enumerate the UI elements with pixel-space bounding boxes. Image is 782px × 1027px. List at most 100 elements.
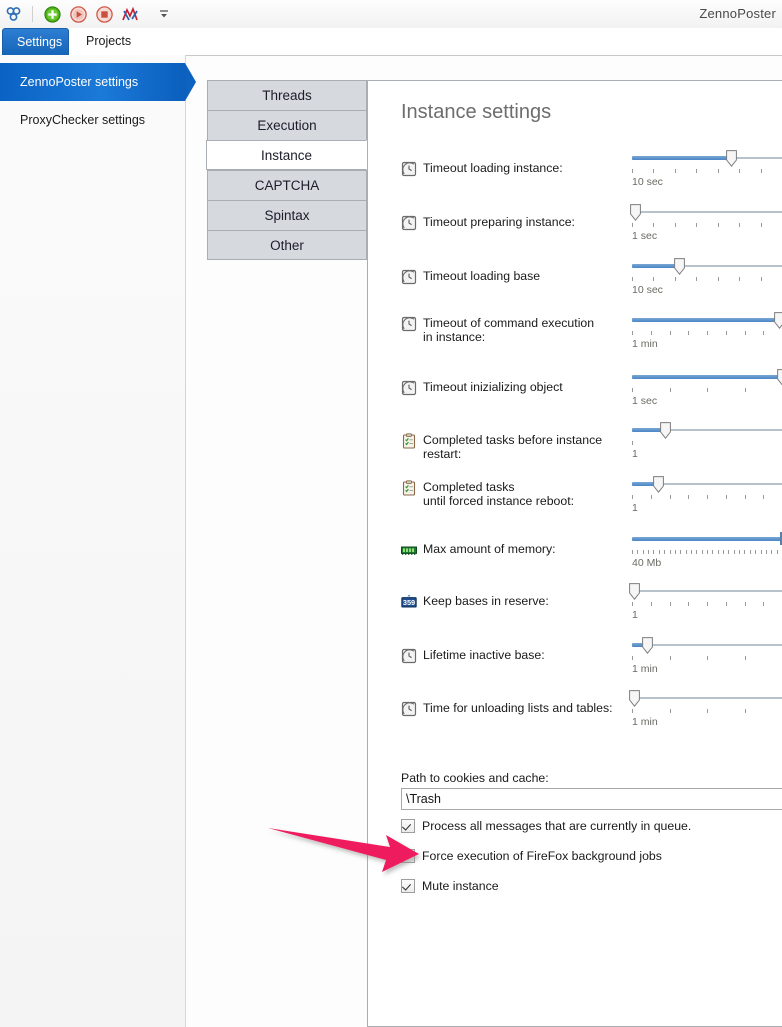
slider-tick [763, 331, 764, 335]
slider-tick [707, 656, 708, 660]
setting-label: Timeout preparing instance: [423, 215, 575, 229]
slider-tick [761, 223, 762, 227]
slider-tick [632, 709, 633, 713]
setting-label-group: Max amount of memory: [368, 530, 638, 558]
slider-tick [761, 169, 762, 173]
slider-track[interactable] [632, 590, 782, 592]
slider-tick [632, 656, 633, 660]
slider-tick [750, 550, 751, 554]
slider-fill [632, 264, 679, 268]
setting-label-group: Timeout preparing instance: [368, 203, 638, 231]
slider-tick [702, 550, 703, 554]
checkbox-force-firefox-background-jobs[interactable]: Force execution of FireFox background jo… [401, 849, 662, 863]
clock-icon [401, 269, 417, 285]
path-to-cookies-input[interactable] [401, 788, 782, 810]
checkbox-box[interactable] [401, 849, 415, 863]
memory-module-icon [401, 542, 417, 558]
clipboard-check-icon [401, 480, 417, 496]
slider-tick [653, 277, 654, 281]
slider-track[interactable] [632, 644, 782, 646]
slider-thumb[interactable] [630, 204, 641, 222]
slider-thumb[interactable] [674, 258, 685, 276]
slider-tick [739, 277, 740, 281]
setting-slider[interactable]: 40 Mb [632, 530, 782, 574]
statistics-icon[interactable] [118, 2, 142, 26]
slider-thumb[interactable] [660, 422, 671, 440]
checkbox-label: Mute instance [422, 879, 499, 893]
setting-slider[interactable]: 1 min [629, 689, 782, 733]
setting-slider[interactable]: 10 sec [632, 149, 782, 193]
setting-label: Timeout loading instance: [423, 161, 563, 175]
slider-tick [745, 656, 746, 660]
setting-row: Completed tasks before instance restart:… [368, 421, 782, 465]
checkbox-box[interactable] [401, 879, 415, 893]
clock-icon [401, 648, 417, 664]
slider-track[interactable] [632, 697, 782, 699]
setting-slider[interactable]: 1 [629, 582, 782, 626]
slider-thumb[interactable] [653, 476, 664, 494]
slider-value-label: 1 min [632, 716, 658, 728]
slider-thumb[interactable] [629, 583, 640, 601]
setting-row: Lifetime inactive base: 1 min [368, 636, 782, 680]
settings-category-tabs: Threads Execution Instance CAPTCHA Spint… [206, 80, 367, 260]
toolbar-separator [32, 6, 33, 22]
slider-tick [659, 550, 660, 554]
slider-tick [670, 550, 671, 554]
slider-thumb[interactable] [629, 690, 640, 708]
subtab-execution[interactable]: Execution [207, 110, 367, 140]
slider-tick [696, 277, 697, 281]
slider-thumb[interactable] [777, 369, 782, 386]
tab-projects[interactable]: Projects [72, 28, 139, 55]
subtab-captcha[interactable]: CAPTCHA [207, 170, 367, 200]
slider-ticks [632, 709, 782, 714]
slider-tick [696, 223, 697, 227]
slider-track[interactable] [632, 211, 782, 213]
slider-fill [632, 156, 731, 160]
setting-slider[interactable]: 1 sec [630, 203, 782, 247]
setting-slider[interactable]: 1 sec [632, 368, 782, 412]
stop-icon[interactable] [92, 2, 116, 26]
slider-thumb[interactable] [726, 150, 737, 168]
setting-slider[interactable]: 10 sec [632, 257, 782, 301]
add-task-icon[interactable] [40, 2, 64, 26]
slider-tick [651, 602, 652, 606]
slider-tick [718, 550, 719, 554]
slider-tick [688, 602, 689, 606]
slider-tick [761, 277, 762, 281]
slider-value-label: 1 [632, 448, 638, 460]
slider-tick [632, 223, 633, 227]
checkbox-process-queue[interactable]: Process all messages that are currently … [401, 819, 691, 833]
zennoposter-logo-icon[interactable] [2, 2, 26, 26]
slider-tick [664, 550, 665, 554]
slider-thumb[interactable] [642, 637, 653, 655]
checkbox-mute-instance[interactable]: Mute instance [401, 879, 499, 893]
start-icon[interactable] [66, 2, 90, 26]
slider-thumb[interactable] [774, 312, 782, 330]
setting-slider[interactable]: 1 min [632, 311, 782, 355]
checkbox-box[interactable] [401, 819, 415, 833]
slider-tick [632, 169, 633, 173]
slider-tick [745, 709, 746, 713]
slider-tick [691, 550, 692, 554]
subtab-instance[interactable]: Instance [206, 140, 367, 170]
tab-settings[interactable]: Settings [2, 28, 69, 55]
setting-slider[interactable]: 1 [632, 475, 782, 519]
slider-tick [718, 223, 719, 227]
toolbar-overflow-icon[interactable] [152, 2, 176, 26]
slider-tick [670, 495, 671, 499]
slider-tick [632, 277, 633, 281]
window-title: ZennoPoster [699, 6, 776, 21]
sidebar-item-proxychecker-settings[interactable]: ProxyChecker settings [0, 101, 185, 139]
page-title: Instance settings [401, 101, 552, 123]
slider-tick [637, 550, 638, 554]
sidebar-item-zennoposter-settings[interactable]: ZennoPoster settings [0, 63, 196, 101]
slider-value-label: 10 sec [632, 284, 663, 296]
setting-slider[interactable]: 1 min [632, 636, 782, 680]
slider-tick [675, 223, 676, 227]
subtab-other[interactable]: Other [207, 230, 367, 260]
slider-tick [675, 169, 676, 173]
subtab-threads[interactable]: Threads [207, 80, 367, 110]
checkbox-label: Process all messages that are currently … [422, 819, 692, 833]
setting-slider[interactable]: 1 [632, 421, 782, 465]
subtab-spintax[interactable]: Spintax [207, 200, 367, 230]
